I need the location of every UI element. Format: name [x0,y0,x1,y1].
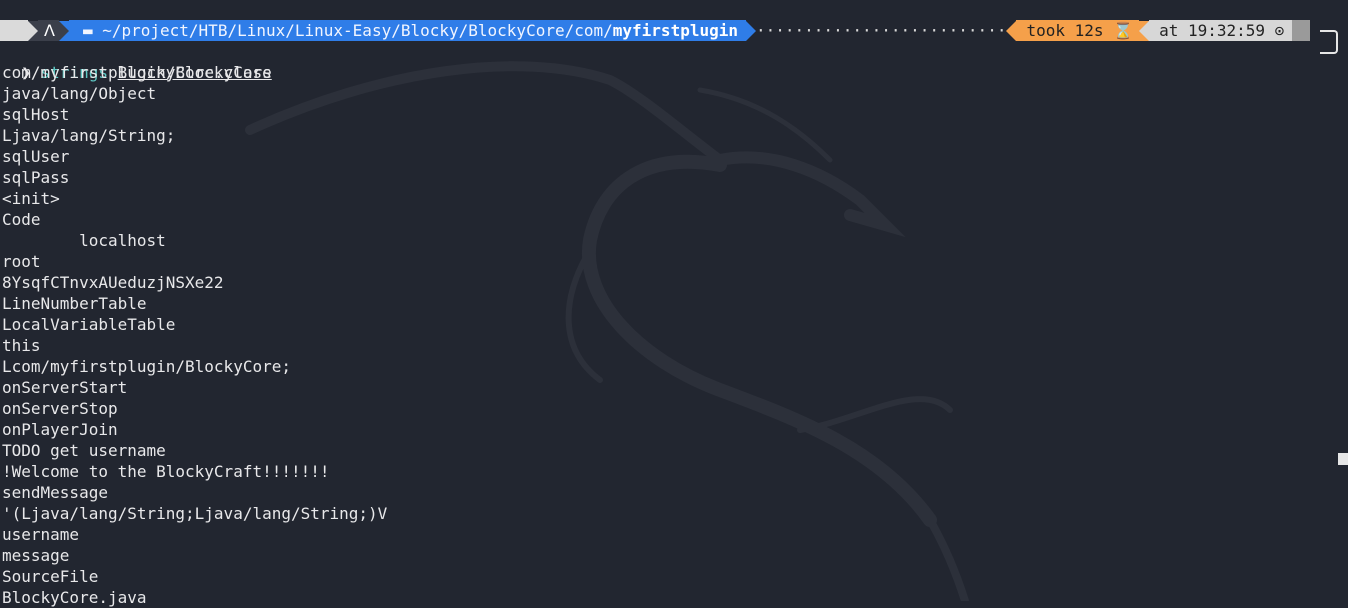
kali-dragon-icon: ᐱ [44,21,55,40]
output-line: this [2,336,41,355]
output-line: 8YsqfCTnvxAUeduzjNSXe22 [2,273,224,292]
output-line: sendMessage [2,483,108,502]
duration-segment: took 12s ⌛ [1016,20,1140,41]
path-current-dir: myfirstplugin [612,21,738,40]
path-segment: ▬ ~/project/HTB/Linux/Linux-Easy/Blocky/… [68,20,746,41]
output-line: SourceFile [2,567,99,586]
output-line: onServerStop [2,399,118,418]
output-line: onServerStart [2,378,128,397]
output-line: sqlHost [2,105,70,124]
segment-separator [58,20,69,41]
output-line: com/myfirstplugin/BlockyCore [2,63,272,82]
segment-separator [746,20,756,41]
output-line: LocalVariableTable [2,315,176,334]
output-line: java/lang/Object [2,84,157,103]
output-line: localhost [2,231,166,250]
output-line: TODO get username [2,441,166,460]
segment-separator [1006,20,1017,41]
segment-separator [1139,20,1150,41]
output-line: sqlPass [2,168,70,187]
output-line: Lcom/myfirstplugin/BlockyCore; [2,357,291,376]
prompt-start-block [0,20,28,41]
scroll-marker [1338,453,1348,465]
prompt-corner [1320,30,1338,54]
os-segment: ᐱ [38,20,59,41]
output-line: BlockyCore.java [2,588,147,607]
output-line: LineNumberTable [2,294,147,313]
prompt-end-block [1292,20,1311,41]
output-line: message [2,546,70,565]
duration-text: took 12s ⌛ [1026,21,1134,40]
output-line: <init> [2,189,60,208]
time-text: at 19:32:59 ⊙ [1159,21,1285,40]
output-line: username [2,525,80,544]
output-line: root [2,252,41,271]
prompt-bar: ᐱ ▬ ~/project/HTB/Linux/Linux-Easy/Block… [0,20,1348,41]
time-segment: at 19:32:59 ⊙ [1149,20,1293,41]
output-line: sqlUser [2,147,70,166]
command-output: com/myfirstplugin/BlockyCore java/lang/Ob… [2,62,387,608]
prompt-filler: ·························· [756,21,1007,40]
command-line[interactable]: ❯ strings BlockyCore.class [2,41,271,82]
output-line: Ljava/lang/String; [2,126,176,145]
output-line: onPlayerJoin [2,420,118,439]
segment-separator [28,20,38,41]
path-prefix: ~/project/HTB/Linux/Linux-Easy/Blocky/Bl… [102,21,613,40]
output-line: '(Ljava/lang/String;Ljava/lang/String;)V [2,504,388,523]
output-line: !Welcome to the BlockyCraft!!!!!!! [2,462,330,481]
output-line: Code [2,210,41,229]
folder-icon: ▬ [82,21,103,40]
